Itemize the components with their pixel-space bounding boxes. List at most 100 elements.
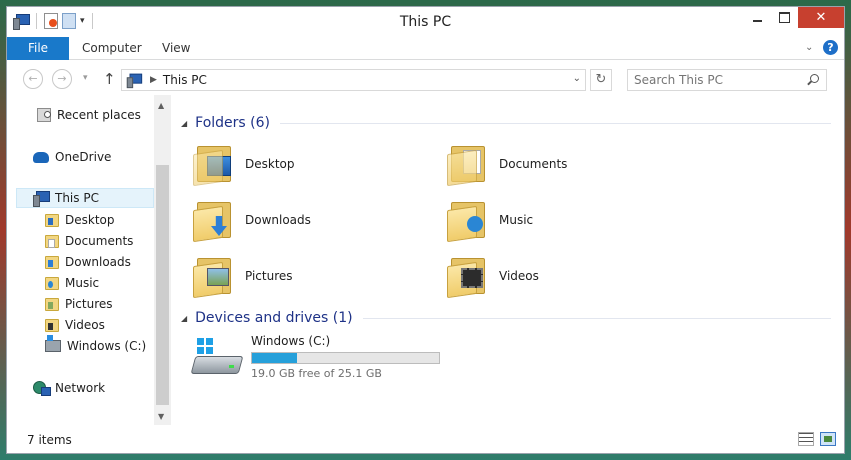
- group-title: Devices and drives (1): [195, 310, 353, 326]
- content-pane: ◢ Folders (6) Desktop Documents Download…: [173, 95, 833, 425]
- large-icons-view-icon[interactable]: [820, 432, 836, 446]
- window-controls: ✕: [744, 7, 844, 28]
- help-icon[interactable]: ?: [823, 40, 838, 55]
- sidebar-item-label: Desktop: [65, 213, 115, 227]
- nav-scrollbar[interactable]: ▲ ▼: [154, 95, 171, 425]
- sidebar-item-this-pc[interactable]: This PC: [16, 188, 154, 208]
- network-icon: [33, 381, 51, 396]
- group-title: Folders (6): [195, 115, 270, 131]
- folder-tile-pictures[interactable]: Pictures: [193, 251, 433, 301]
- tab-computer[interactable]: Computer: [82, 37, 142, 60]
- sidebar-item-label: Documents: [65, 234, 134, 248]
- folder-label: Pictures: [245, 269, 293, 283]
- minimize-button[interactable]: [744, 7, 771, 28]
- sidebar-item-documents[interactable]: Documents: [45, 231, 133, 251]
- sidebar-item-videos[interactable]: Videos: [45, 315, 105, 335]
- search-box[interactable]: [627, 69, 827, 91]
- folders-group-header[interactable]: ◢ Folders (6): [181, 113, 831, 133]
- folder-tile-downloads[interactable]: Downloads: [193, 195, 433, 245]
- explorer-window: ▾ This PC ✕ File Computer View ⌄ ? ← → ▾…: [6, 6, 845, 454]
- recent-places-icon: [37, 108, 51, 122]
- divider: [362, 317, 831, 319]
- onedrive-icon: [33, 151, 49, 163]
- address-row: ← → ▾ ↑ ▶ This PC ⌄ ↻: [7, 61, 844, 95]
- sidebar-item-label: Music: [65, 276, 100, 290]
- tab-view[interactable]: View: [162, 37, 190, 60]
- this-pc-icon: [126, 73, 143, 89]
- pictures-folder-icon: [193, 254, 237, 299]
- sidebar-item-label: Pictures: [65, 297, 113, 311]
- forward-button[interactable]: →: [52, 69, 72, 89]
- drive-icon: [45, 335, 61, 352]
- sidebar-item-label: Downloads: [65, 255, 131, 269]
- windows-drive-icon: [190, 338, 244, 378]
- view-toggles: [798, 432, 836, 446]
- sidebar-item-label: OneDrive: [55, 150, 112, 164]
- scroll-down-icon[interactable]: ▼: [158, 412, 164, 421]
- breadcrumb[interactable]: This PC: [163, 73, 207, 87]
- sidebar-item-network[interactable]: Network: [33, 378, 105, 398]
- music-folder-icon: [45, 276, 59, 290]
- downloads-folder-icon: [193, 198, 237, 243]
- breadcrumb-arrow-icon[interactable]: ▶: [150, 75, 157, 85]
- details-view-icon[interactable]: [798, 432, 814, 446]
- search-icon[interactable]: [810, 74, 819, 83]
- close-button[interactable]: ✕: [798, 7, 844, 28]
- folder-tile-videos[interactable]: Videos: [447, 251, 687, 301]
- drive-free-space: 19.0 GB free of 25.1 GB: [251, 367, 382, 380]
- collapse-icon[interactable]: ◢: [181, 119, 187, 128]
- folder-tile-desktop[interactable]: Desktop: [193, 139, 433, 189]
- address-bar[interactable]: ▶ This PC ⌄: [121, 69, 586, 91]
- divider: [280, 122, 831, 124]
- sidebar-item-music[interactable]: Music: [45, 273, 99, 293]
- sidebar-item-pictures[interactable]: Pictures: [45, 294, 113, 314]
- drive-name: Windows (C:): [251, 334, 331, 348]
- folder-label: Videos: [499, 269, 539, 283]
- sidebar-item-label: Windows (C:): [67, 339, 147, 353]
- videos-folder-icon: [45, 318, 59, 332]
- status-bar: 7 items: [7, 427, 844, 453]
- sidebar-item-label: Videos: [65, 318, 105, 332]
- music-folder-icon: [447, 198, 491, 243]
- sidebar-item-onedrive[interactable]: OneDrive: [33, 147, 111, 167]
- folder-tile-music[interactable]: Music: [447, 195, 687, 245]
- desktop-folder-icon: [45, 213, 59, 227]
- drive-usage-fill: [252, 353, 298, 363]
- desktop-folder-icon: [193, 142, 237, 187]
- scrollbar-thumb[interactable]: [156, 165, 169, 405]
- pictures-folder-icon: [45, 297, 59, 311]
- back-button[interactable]: ←: [23, 69, 43, 89]
- ribbon: File Computer View ⌄ ?: [7, 37, 844, 60]
- drive-usage-bar: [251, 352, 440, 364]
- tab-file[interactable]: File: [7, 37, 69, 60]
- folder-label: Music: [499, 213, 534, 227]
- videos-folder-icon: [447, 254, 491, 299]
- windows-logo-icon: [197, 338, 213, 354]
- sidebar-item-recent-places[interactable]: Recent places: [37, 105, 141, 125]
- documents-folder-icon: [45, 234, 59, 248]
- folder-label: Desktop: [245, 157, 295, 171]
- sidebar-item-desktop[interactable]: Desktop: [45, 210, 115, 230]
- scroll-up-icon[interactable]: ▲: [158, 101, 164, 110]
- folder-label: Documents: [499, 157, 568, 171]
- collapse-icon[interactable]: ◢: [181, 314, 187, 323]
- drive-tile-windows-c[interactable]: Windows (C:) 19.0 GB free of 25.1 GB: [190, 332, 453, 380]
- downloads-folder-icon: [45, 255, 59, 269]
- expand-ribbon-icon[interactable]: ⌄: [805, 42, 815, 53]
- title-bar[interactable]: ▾ This PC ✕: [7, 7, 844, 37]
- search-input[interactable]: [634, 71, 804, 89]
- sidebar-item-label: This PC: [55, 191, 99, 205]
- refresh-button[interactable]: ↻: [590, 69, 612, 91]
- window-title: This PC: [399, 14, 452, 30]
- sidebar-item-windows-c[interactable]: Windows (C:): [45, 335, 147, 356]
- this-pc-icon: [33, 191, 50, 207]
- devices-group-header[interactable]: ◢ Devices and drives (1): [181, 308, 831, 328]
- folder-label: Downloads: [245, 213, 311, 227]
- address-dropdown-icon[interactable]: ⌄: [573, 73, 581, 84]
- up-button[interactable]: ↑: [103, 70, 116, 88]
- maximize-button[interactable]: [771, 7, 798, 28]
- recent-locations-dropdown[interactable]: ▾: [83, 73, 88, 83]
- folder-tile-documents[interactable]: Documents: [447, 139, 687, 189]
- sidebar-item-label: Recent places: [57, 108, 141, 122]
- sidebar-item-downloads[interactable]: Downloads: [45, 252, 131, 272]
